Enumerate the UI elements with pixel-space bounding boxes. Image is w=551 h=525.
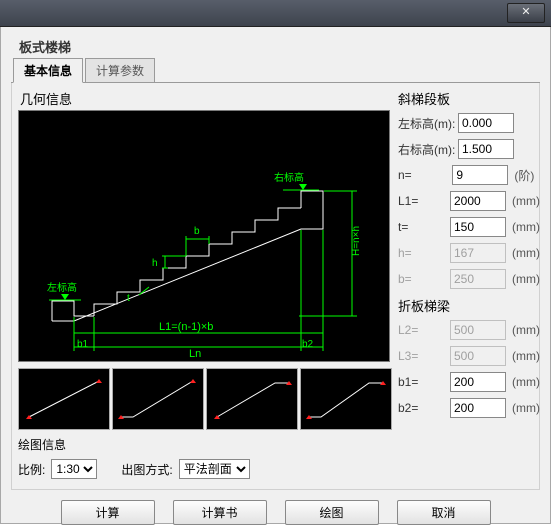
incline-title: 斜梯段板 bbox=[398, 89, 538, 108]
right-h-label: 右标高(m): bbox=[398, 141, 458, 158]
h-label: h= bbox=[398, 246, 450, 260]
stair-type-4[interactable] bbox=[300, 368, 392, 430]
diag-L1: L1=(n-1)×b bbox=[159, 321, 213, 333]
geometry-title: 几何信息 bbox=[20, 89, 392, 108]
b1-input[interactable] bbox=[450, 372, 506, 392]
h-input bbox=[450, 243, 506, 263]
diag-t: t bbox=[127, 293, 130, 304]
stair-type-1[interactable] bbox=[18, 368, 110, 430]
stair-type-thumbs bbox=[18, 368, 392, 430]
diag-b2: b2 bbox=[302, 339, 314, 350]
L3-unit: (mm) bbox=[512, 349, 538, 363]
close-button[interactable] bbox=[507, 3, 545, 23]
calc-button[interactable]: 计算 bbox=[61, 500, 155, 525]
diag-Ln: Ln bbox=[189, 348, 201, 360]
L2-input bbox=[450, 320, 506, 340]
client-area: 板式楼梯 基本信息 计算参数 几何信息 bbox=[0, 27, 551, 524]
draw-section-title: 绘图信息 bbox=[18, 436, 533, 453]
b-input bbox=[450, 269, 506, 289]
cancel-button[interactable]: 取消 bbox=[397, 500, 491, 525]
fold-title: 折板梯梁 bbox=[398, 296, 538, 315]
tab-bar: 基本信息 计算参数 bbox=[11, 58, 540, 83]
draw-scale-select[interactable]: 1:30 bbox=[51, 459, 97, 479]
L2-label: L2= bbox=[398, 323, 450, 337]
right-h-input[interactable] bbox=[458, 139, 514, 159]
stair-diagram: 左标高 右标高 b bbox=[18, 110, 390, 362]
h-unit: (mm) bbox=[512, 246, 538, 260]
L3-input bbox=[450, 346, 506, 366]
b-unit: (mm) bbox=[512, 272, 538, 286]
L1-input[interactable] bbox=[450, 191, 506, 211]
n-unit: (阶) bbox=[514, 167, 538, 184]
draw-method-select[interactable]: 平法剖面 bbox=[179, 459, 250, 479]
diag-b1: b1 bbox=[77, 339, 89, 350]
window-root: 板式楼梯 基本信息 计算参数 几何信息 bbox=[0, 0, 551, 525]
n-label: n= bbox=[398, 168, 452, 182]
draw-method-label: 出图方式: bbox=[121, 461, 172, 478]
L1-label: L1= bbox=[398, 194, 450, 208]
params-area: 斜梯段板 左标高(m): 右标高(m): n= (阶) bbox=[398, 89, 538, 430]
window-title: 板式楼梯 bbox=[11, 33, 540, 58]
left-h-input[interactable] bbox=[458, 113, 514, 133]
t-label: t= bbox=[398, 220, 450, 234]
L1-unit: (mm) bbox=[512, 194, 538, 208]
t-input[interactable] bbox=[450, 217, 506, 237]
b1-label: b1= bbox=[398, 375, 450, 389]
L2-unit: (mm) bbox=[512, 323, 538, 337]
diag-left-elev: 左标高 bbox=[47, 281, 77, 294]
b2-label: b2= bbox=[398, 401, 450, 415]
b1-unit: (mm) bbox=[512, 375, 538, 389]
diag-Hn: H=n×h bbox=[351, 226, 362, 256]
tab-basic[interactable]: 基本信息 bbox=[13, 58, 83, 83]
report-button[interactable]: 计算书 bbox=[173, 500, 267, 525]
stair-type-3[interactable] bbox=[206, 368, 298, 430]
b2-input[interactable] bbox=[450, 398, 506, 418]
diag-right-elev: 右标高 bbox=[274, 171, 304, 184]
tab-panel: 几何信息 左标高 bbox=[11, 83, 540, 490]
stair-type-2[interactable] bbox=[112, 368, 204, 430]
titlebar bbox=[0, 0, 551, 27]
diag-h: h bbox=[152, 258, 158, 269]
b-label: b= bbox=[398, 272, 450, 286]
tab-calc-params[interactable]: 计算参数 bbox=[85, 58, 155, 82]
draw-scale-label: 比例: bbox=[18, 461, 45, 478]
left-h-label: 左标高(m): bbox=[398, 115, 458, 132]
t-unit: (mm) bbox=[512, 220, 538, 234]
draw-button[interactable]: 绘图 bbox=[285, 500, 379, 525]
draw-info-row: 比例: 1:30 出图方式: 平法剖面 bbox=[18, 459, 533, 479]
n-input[interactable] bbox=[452, 165, 508, 185]
geometry-area: 几何信息 左标高 bbox=[18, 89, 392, 430]
diag-b: b bbox=[194, 226, 200, 237]
button-bar: 计算 计算书 绘图 取消 bbox=[11, 500, 540, 525]
b2-unit: (mm) bbox=[512, 401, 538, 415]
L3-label: L3= bbox=[398, 349, 450, 363]
